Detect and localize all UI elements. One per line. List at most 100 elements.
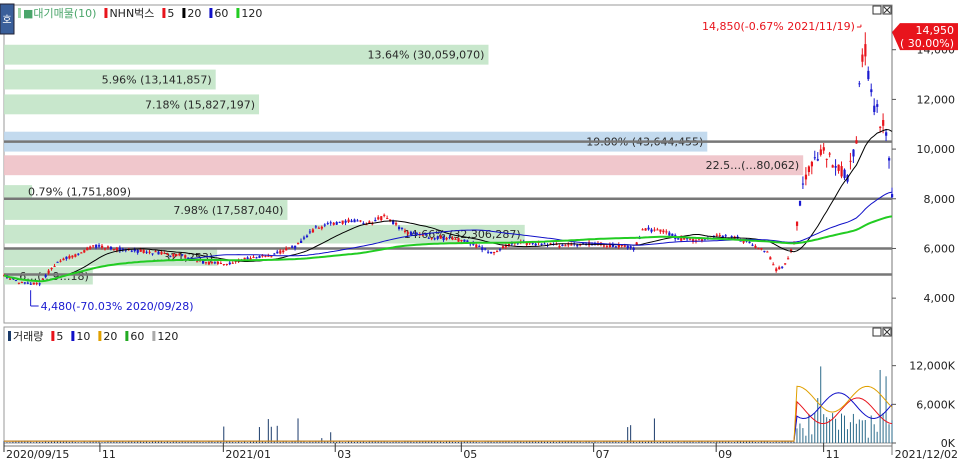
candle-body (139, 249, 142, 252)
x-tick-label-8: 2021/12/02 (895, 448, 958, 461)
candle-body (222, 264, 225, 266)
candle-body (175, 254, 178, 257)
candle-body (534, 243, 537, 246)
candle-body (219, 262, 223, 264)
candle-body (644, 228, 647, 231)
candle-body (362, 223, 365, 225)
candle-body (403, 230, 407, 232)
candle-body (17, 282, 21, 284)
candle-body (730, 236, 733, 238)
candle-body (629, 246, 632, 248)
candle-body (285, 248, 288, 251)
volume-profile-label-5: 0.79% (1,751,809) (28, 185, 131, 198)
candle-body (26, 282, 29, 284)
candle-body (145, 251, 148, 253)
candle-body (888, 158, 891, 161)
candle-body (778, 267, 781, 269)
price-legend-label-3: 20 (187, 7, 201, 20)
candle-body (395, 223, 398, 225)
candle-body (213, 262, 217, 264)
candle-body (386, 218, 389, 220)
candle-body (436, 236, 439, 239)
candle-body (288, 247, 291, 249)
candle-body (605, 245, 609, 247)
candle-body (380, 216, 383, 221)
candle-body (772, 264, 775, 266)
volume-profile-label-6: 7.98% (17,587,040) (173, 204, 283, 217)
candle-body (163, 252, 166, 254)
candle-body (819, 149, 822, 155)
candle-body (231, 262, 234, 264)
candle-body (421, 234, 424, 236)
current-price-label: 14,950 (916, 24, 955, 37)
candle-body (86, 247, 89, 251)
candle-body (255, 257, 258, 259)
price-tick-label-4: 12,000 (917, 93, 956, 106)
candle-body (38, 283, 41, 285)
price-legend-swatch-2 (162, 8, 166, 18)
candle-body (204, 262, 208, 264)
volume-legend-swatch-2 (71, 331, 75, 341)
candle-body (891, 194, 894, 198)
candle-body (816, 159, 819, 161)
candle-body (276, 251, 279, 254)
candle-body (338, 221, 341, 223)
candle-body (71, 255, 74, 258)
candle-body (329, 222, 332, 224)
price-legend-label-0: ■대기매물(10) (23, 7, 96, 20)
candle-body (813, 157, 816, 159)
candle-body (490, 251, 493, 254)
volume-legend-swatch-4 (125, 331, 129, 341)
candle-body (41, 278, 44, 280)
candle-body (258, 255, 261, 258)
candle-body (576, 244, 579, 247)
volume-tick-label-1: 6,000K (916, 398, 955, 411)
x-tick-label-6: 09 (718, 448, 732, 461)
candle-body (252, 256, 255, 258)
candle-body (279, 250, 282, 254)
candle-body (353, 219, 356, 223)
candle-body (308, 231, 312, 233)
candle-body (448, 237, 451, 239)
candle-body (80, 252, 83, 254)
candle-body (475, 244, 478, 248)
candle-body (831, 165, 834, 168)
candle-body (843, 169, 846, 179)
volume-profile-bar-4 (4, 155, 804, 176)
volume-legend-label-1: 5 (56, 330, 63, 343)
candle-body (558, 245, 561, 248)
candle-body (564, 245, 567, 247)
candle-body (849, 160, 852, 162)
candle-body (807, 166, 811, 173)
candle-body (406, 232, 410, 234)
candle-body (8, 278, 12, 280)
candle-body (65, 256, 68, 259)
candle-body (305, 235, 309, 238)
price-legend-label-2: 5 (167, 7, 174, 20)
candle-body (83, 250, 86, 253)
price-legend-swatch-1 (104, 8, 108, 18)
candle-body (115, 247, 119, 251)
candle-body (273, 253, 276, 255)
price-maximize-button[interactable] (872, 5, 882, 15)
candle-body (781, 266, 784, 268)
candle-body (822, 147, 825, 151)
volume-panel-frame (3, 326, 893, 444)
candle-body (439, 235, 442, 239)
candle-body (484, 248, 487, 250)
candle-body (282, 250, 285, 253)
candle-body (602, 245, 606, 247)
candle-body (412, 232, 416, 234)
candle-body (724, 235, 727, 237)
candle-body (834, 166, 837, 168)
candle-body (53, 265, 56, 267)
candle-body (498, 249, 502, 251)
candle-body (748, 241, 751, 244)
candle-body (718, 235, 721, 237)
candle-body (840, 166, 843, 177)
candle-body (540, 243, 543, 245)
high-annotation: 14,850(-0.67% 2021/11/19) (702, 20, 855, 33)
candle-body (246, 257, 249, 260)
candle-body (825, 158, 828, 160)
volume-maximize-button[interactable] (872, 327, 882, 337)
